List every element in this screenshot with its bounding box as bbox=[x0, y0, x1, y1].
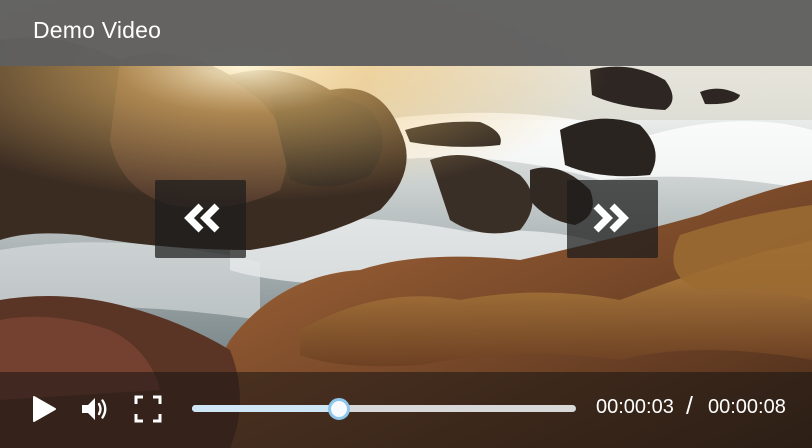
progress-fill bbox=[192, 405, 336, 412]
control-bar: 00:00:03 / 00:00:08 bbox=[0, 372, 812, 448]
play-button[interactable] bbox=[30, 394, 58, 424]
seek-forward-button[interactable] bbox=[567, 180, 658, 258]
video-title: Demo Video bbox=[33, 17, 162, 43]
play-icon bbox=[33, 396, 56, 422]
time-separator: / bbox=[686, 392, 693, 420]
video-player[interactable]: Demo Video 00:00:03 / 00:00:08 bbox=[0, 0, 812, 448]
progress-slider[interactable] bbox=[192, 398, 576, 420]
fullscreen-button[interactable] bbox=[133, 394, 163, 424]
volume-button[interactable] bbox=[80, 394, 112, 424]
title-bar: Demo Video bbox=[0, 0, 812, 66]
current-time: 00:00:03 bbox=[596, 396, 674, 418]
total-time: 00:00:08 bbox=[708, 396, 786, 418]
fullscreen-icon bbox=[134, 395, 162, 423]
volume-icon bbox=[82, 398, 107, 420]
double-chevron-left-icon bbox=[184, 203, 220, 233]
seek-back-button[interactable] bbox=[155, 180, 246, 258]
progress-thumb[interactable] bbox=[328, 398, 350, 420]
double-chevron-right-icon bbox=[593, 203, 629, 233]
